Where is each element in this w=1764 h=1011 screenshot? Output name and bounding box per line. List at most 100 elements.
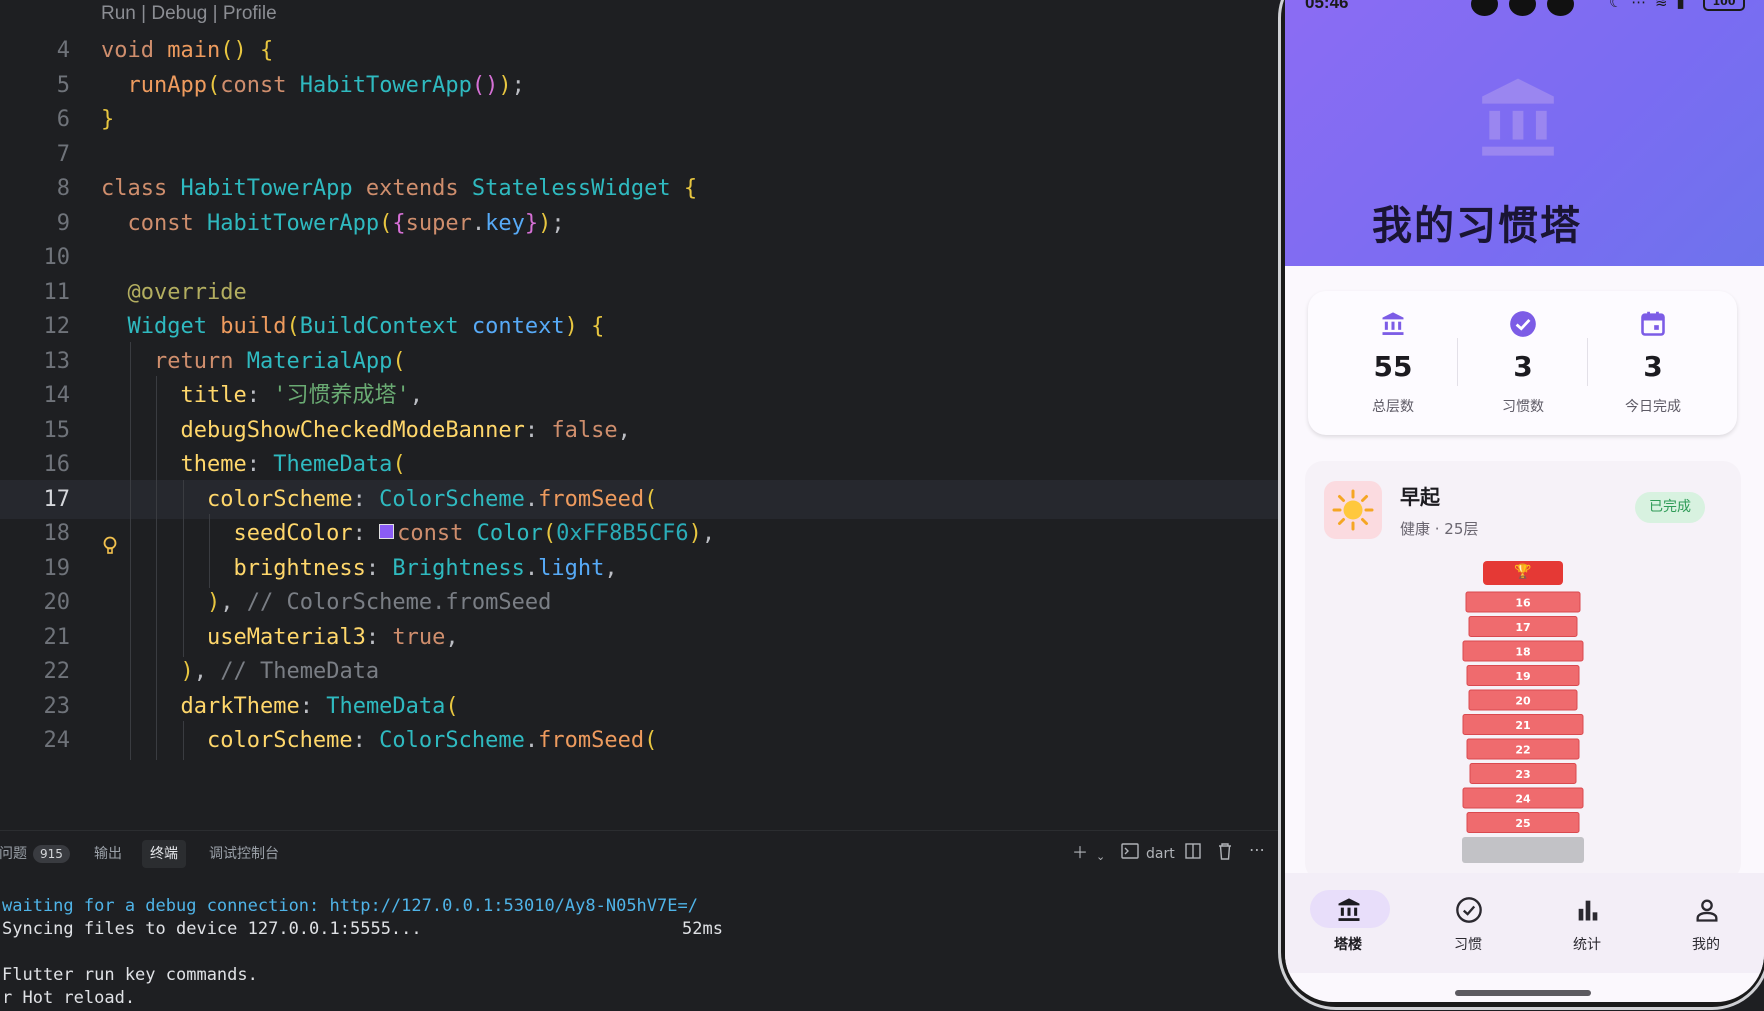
line-number[interactable]: 12: [0, 307, 71, 346]
line-number[interactable]: 20: [0, 583, 71, 622]
line-number[interactable]: 13: [0, 342, 71, 381]
chevron-down-icon[interactable]: ⌄: [1096, 847, 1105, 867]
line-number[interactable]: 16: [0, 445, 71, 484]
code-line[interactable]: 17 colorScheme: ColorScheme.fromSeed(: [0, 479, 1278, 519]
code-line[interactable]: 24 colorScheme: ColorScheme.fromSeed(: [0, 721, 1278, 760]
line-number[interactable]: 7: [0, 135, 70, 174]
line-number[interactable]: 14: [0, 376, 71, 415]
stat-total-floors: 55 总层数: [1328, 291, 1458, 435]
status-signal-icons: ☾ ⋯ ≋ ▮: [1609, 0, 1687, 11]
bar-chart-icon: [1578, 900, 1598, 921]
trash-icon[interactable]: [1217, 843, 1233, 865]
code-line[interactable]: 19 brightness: Brightness.light,: [0, 548, 1278, 588]
code-line[interactable]: 23 darkTheme: ThemeData(: [0, 686, 1278, 726]
line-number[interactable]: 21: [0, 618, 71, 657]
line-number[interactable]: 10: [0, 238, 71, 277]
check-circle-icon: [1456, 897, 1482, 923]
tower-floor-label: 16: [1515, 597, 1531, 610]
tower-floor-label: 21: [1515, 719, 1530, 732]
line-number[interactable]: 15: [0, 411, 71, 450]
tower-floor-label: 19: [1515, 670, 1530, 683]
nav-item-tower[interactable]: 塔楼: [1285, 873, 1405, 973]
tower-floor-label: 22: [1515, 744, 1530, 757]
code-text: ), // ThemeData: [180, 659, 380, 684]
code-text: colorScheme: ColorScheme.fromSeed(: [206, 728, 658, 753]
tab-problems[interactable]: 问题 915: [0, 840, 78, 868]
line-number[interactable]: 22: [0, 652, 71, 691]
code-line[interactable]: 22 ), // ThemeData: [0, 652, 1278, 691]
code-text: return MaterialApp(: [153, 348, 406, 374]
calendar-icon: [1641, 311, 1665, 336]
code-line[interactable]: 11 @override: [0, 273, 1278, 312]
code-text: useMaterial3: true,: [206, 624, 459, 650]
split-terminal-icon[interactable]: [1185, 843, 1201, 864]
code-line[interactable]: 10: [0, 238, 1278, 277]
line-number[interactable]: 17: [0, 480, 71, 519]
nav-item-stats[interactable]: 统计: [1524, 873, 1644, 973]
phone-screen: 05:46 ☾ ⋯ ≋ ▮ 100 我的习惯塔 55 总层数 3 习惯数 3 今…: [1285, 0, 1764, 1002]
codelens-run-debug-profile[interactable]: Run | Debug | Profile: [101, 3, 277, 25]
line-number[interactable]: 4: [0, 31, 70, 70]
nav-item-habits[interactable]: 习惯: [1405, 873, 1525, 973]
code-line[interactable]: 12 Widget build(BuildContext context) {: [0, 307, 1278, 346]
lightbulb-icon[interactable]: [102, 536, 118, 558]
trophy-icon: 🏆: [1514, 563, 1532, 580]
nav-label: 统计: [1573, 937, 1601, 953]
bottom-panel: 问题 915 输出 终端 调试控制台 ＋ ⌄ dart ⋯ waiting for…: [0, 830, 1278, 1011]
code-text: @override: [127, 279, 247, 305]
line-number[interactable]: 23: [0, 687, 71, 726]
code-editor[interactable]: Run | Debug | Profile 4 void main() { 5 ru…: [0, 0, 1278, 830]
stat-value: 3: [1643, 350, 1663, 383]
code-text: const HabitTowerApp({super.key});: [127, 210, 565, 236]
code-line[interactable]: 18 seedColor: const Color(0xFF8B5CF6),: [0, 514, 1278, 553]
code-line[interactable]: 7: [0, 135, 1278, 174]
code-line[interactable]: 9 const HabitTowerApp({super.key});: [0, 204, 1278, 243]
terminal-line-waiting: waiting for a debug connection:: [2, 896, 330, 916]
code-line[interactable]: 16 theme: ThemeData(: [0, 445, 1278, 484]
code-line[interactable]: 21 useMaterial3: true,: [0, 617, 1278, 657]
check-circle-icon: [1510, 311, 1536, 337]
line-number[interactable]: 9: [0, 204, 70, 243]
bottom-navigation: 塔楼 习惯 统计 我的: [1285, 873, 1764, 973]
tower-floor-label: 18: [1515, 646, 1530, 659]
new-terminal-plus-icon[interactable]: ＋: [1072, 843, 1088, 863]
tab-output[interactable]: 输出: [86, 840, 130, 868]
code-line[interactable]: 4 void main() {: [0, 31, 1278, 70]
line-number[interactable]: 8: [0, 169, 70, 208]
line-number[interactable]: 5: [0, 66, 70, 105]
code-line[interactable]: 20 ), // ColorScheme.fromSeed: [0, 583, 1278, 622]
code-line[interactable]: 14 title: '习惯养成塔',: [0, 376, 1278, 415]
tower-floor-label: 17: [1515, 621, 1530, 634]
habit-tower: 🏆 16 17 18 19 20 21 22 23 24 25: [1462, 561, 1584, 863]
tab-terminal[interactable]: 终端: [142, 840, 186, 868]
more-icon[interactable]: ⋯: [1249, 840, 1265, 860]
panel-tab-bar: 问题 915 输出 终端 调试控制台 ＋ ⌄ dart ⋯: [0, 831, 1278, 873]
status-notification-icon: [1471, 0, 1498, 16]
color-swatch-icon[interactable]: [379, 524, 395, 539]
stat-value: 3: [1513, 350, 1533, 383]
code-line[interactable]: 15 debugShowCheckedModeBanner: false,: [0, 410, 1278, 450]
code-line[interactable]: 6}: [0, 100, 1278, 139]
sync-time: 52ms: [682, 919, 723, 939]
person-icon: [1696, 899, 1718, 922]
code-line[interactable]: 5 runApp(const HabitTowerApp());: [0, 66, 1278, 105]
nav-item-profile[interactable]: 我的: [1643, 873, 1763, 973]
terminal-output[interactable]: waiting for a debug connection: http://1…: [2, 895, 723, 1010]
code-text: Widget build(BuildContext context) {: [127, 314, 605, 339]
line-number[interactable]: 11: [0, 273, 71, 312]
shell-name[interactable]: dart: [1146, 844, 1175, 864]
tower-floor-label: 20: [1515, 695, 1531, 708]
habit-card[interactable]: 早起 健康 · 25层 已完成 🏆 16 17 18 19 20 21 22 23 24 25: [1305, 461, 1741, 881]
code-line[interactable]: 13 return MaterialApp(: [0, 341, 1278, 381]
status-notification-icon: [1547, 0, 1574, 16]
line-number[interactable]: 18: [0, 514, 71, 553]
line-number[interactable]: 6: [0, 100, 70, 139]
tab-debug-console[interactable]: 调试控制台: [201, 840, 287, 868]
code-text: void main() {: [101, 38, 274, 63]
debug-connection-link[interactable]: http://127.0.0.1:53010/Ay8-N05hV7E=/: [330, 896, 698, 916]
code-text: theme: ThemeData(: [180, 452, 406, 477]
line-number[interactable]: 24: [0, 721, 71, 760]
line-number[interactable]: 19: [0, 549, 71, 588]
terminal-line-syncing: Syncing files to device 127.0.0.1:5555..…: [2, 919, 422, 939]
code-line[interactable]: 8 class HabitTowerApp extends StatelessWi…: [0, 169, 1278, 208]
